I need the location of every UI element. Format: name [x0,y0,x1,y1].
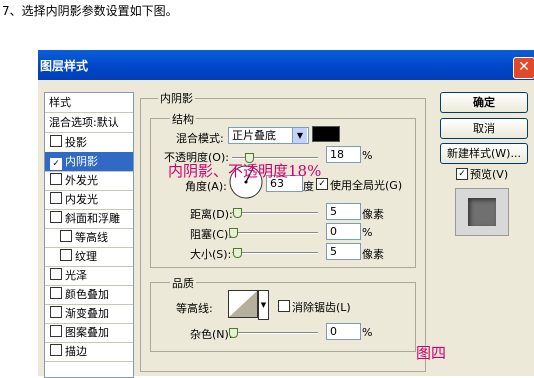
opacity-input[interactable]: 18 [326,146,361,163]
preview-checkbox[interactable]: ✓ [456,168,468,180]
sidebar-item-label: 等高线 [75,231,108,244]
sidebar-item-label: 投影 [65,136,87,149]
handwritten-annotation: 内阴影、不透明度18% [168,162,322,180]
sidebar-item-pattern-overlay[interactable]: 图案叠加 [45,323,133,343]
sidebar-item-label: 描边 [65,345,87,358]
preview-swatch [468,198,496,226]
checkbox[interactable] [50,173,62,185]
sidebar-header: 样式 [45,93,133,113]
sidebar-item-label: 内阴影 [65,155,98,168]
contour-preview[interactable] [228,290,258,318]
global-light-label: 使用全局光(G) [330,179,403,192]
sidebar-item-inner-glow[interactable]: 内发光 [45,190,133,210]
checkbox[interactable] [50,287,62,299]
close-icon[interactable]: ✕ [513,57,534,79]
blend-mode-label: 混合模式: [176,132,224,145]
noise-input[interactable]: 0 [326,323,361,340]
antialias-label: 消除锯齿(L) [292,301,351,314]
noise-slider-thumb[interactable] [229,328,238,338]
checkbox[interactable] [50,306,62,318]
opacity-unit: % [362,149,373,162]
contour-label: 等高线: [176,302,213,315]
chevron-down-icon[interactable]: ▼ [292,128,307,143]
checkbox[interactable] [50,325,62,337]
sidebar-item-texture[interactable]: 纹理 [45,247,133,267]
size-slider-track[interactable] [232,252,318,254]
sidebar-item-contour[interactable]: 等高线 [45,228,133,248]
distance-unit: 像素 [362,208,384,221]
sidebar-item-inner-shadow[interactable]: ✓ 内阴影 [45,152,133,172]
preview-label: 预览(V) [470,168,509,181]
sidebar-item-blending-options[interactable]: 混合选项:默认 [45,113,133,133]
distance-slider-track[interactable] [232,212,318,214]
size-unit: 像素 [362,248,384,261]
sidebar-item-label: 渐变叠加 [65,307,109,320]
quality-legend: 品质 [170,275,196,291]
choke-slider-thumb[interactable] [229,228,238,238]
figure-label: 图四 [416,344,447,362]
antialias-checkbox[interactable] [278,300,290,312]
checkbox[interactable] [50,211,62,223]
chevron-down-icon[interactable]: ▼ [258,290,269,320]
checkbox[interactable] [50,135,62,147]
size-slider-thumb[interactable] [233,248,242,258]
checkbox-checked[interactable]: ✓ [50,158,62,170]
checkbox[interactable] [60,249,72,261]
sidebar-item-label: 纹理 [75,250,97,263]
size-label: 大小(S): [190,248,232,261]
sidebar-item-satin[interactable]: 光泽 [45,266,133,286]
instruction-caption: 7、选择内阴影参数设置如下图。 [2,4,178,18]
dialog-title: 图层样式 [40,59,89,73]
distance-label: 距离(D): [190,208,233,221]
sidebar-item-label: 外发光 [65,174,98,187]
checkbox[interactable] [50,344,62,356]
noise-slider-track[interactable] [232,332,318,334]
ok-button[interactable]: 确定 [440,92,528,113]
checkbox[interactable] [50,268,62,280]
distance-slider-thumb[interactable] [233,208,242,218]
noise-unit: % [362,326,373,339]
choke-unit: % [362,226,373,239]
styles-sidebar: 样式 混合选项:默认 投影 ✓ 内阴影 外发光 内发光 斜面和浮雕 等高线 纹理 … [44,92,134,378]
sidebar-item-label: 光泽 [65,269,87,282]
sidebar-item-stroke[interactable]: 描边 [45,342,133,362]
choke-slider-track[interactable] [232,232,318,234]
sidebar-item-color-overlay[interactable]: 颜色叠加 [45,285,133,305]
new-style-button[interactable]: 新建样式(W)... [440,143,528,164]
cancel-button[interactable]: 取消 [440,118,528,139]
size-input[interactable]: 5 [326,243,361,260]
sidebar-item-label: 内发光 [65,193,98,206]
noise-label: 杂色(N): [190,328,233,341]
sidebar-item-drop-shadow[interactable]: 投影 [45,133,133,153]
sidebar-item-label: 斜面和浮雕 [65,212,120,225]
sidebar-item-label: 颜色叠加 [65,288,109,301]
inner-shadow-title: 内阴影 [158,90,195,106]
checkbox[interactable] [60,230,72,242]
choke-input[interactable]: 0 [326,223,361,240]
choke-label: 阻塞(C): [190,228,232,241]
blend-mode-value: 正片叠底 [232,129,276,142]
title-bar[interactable] [38,50,534,80]
distance-input[interactable]: 5 [326,203,361,220]
sidebar-item-label: 图案叠加 [65,326,109,339]
style-preview [455,188,509,236]
checkbox[interactable] [50,192,62,204]
sidebar-item-bevel-emboss[interactable]: 斜面和浮雕 [45,209,133,229]
structure-legend: 结构 [170,111,196,127]
shadow-color-swatch[interactable] [312,126,340,142]
sidebar-item-gradient-overlay[interactable]: 渐变叠加 [45,304,133,324]
sidebar-item-outer-glow[interactable]: 外发光 [45,171,133,191]
